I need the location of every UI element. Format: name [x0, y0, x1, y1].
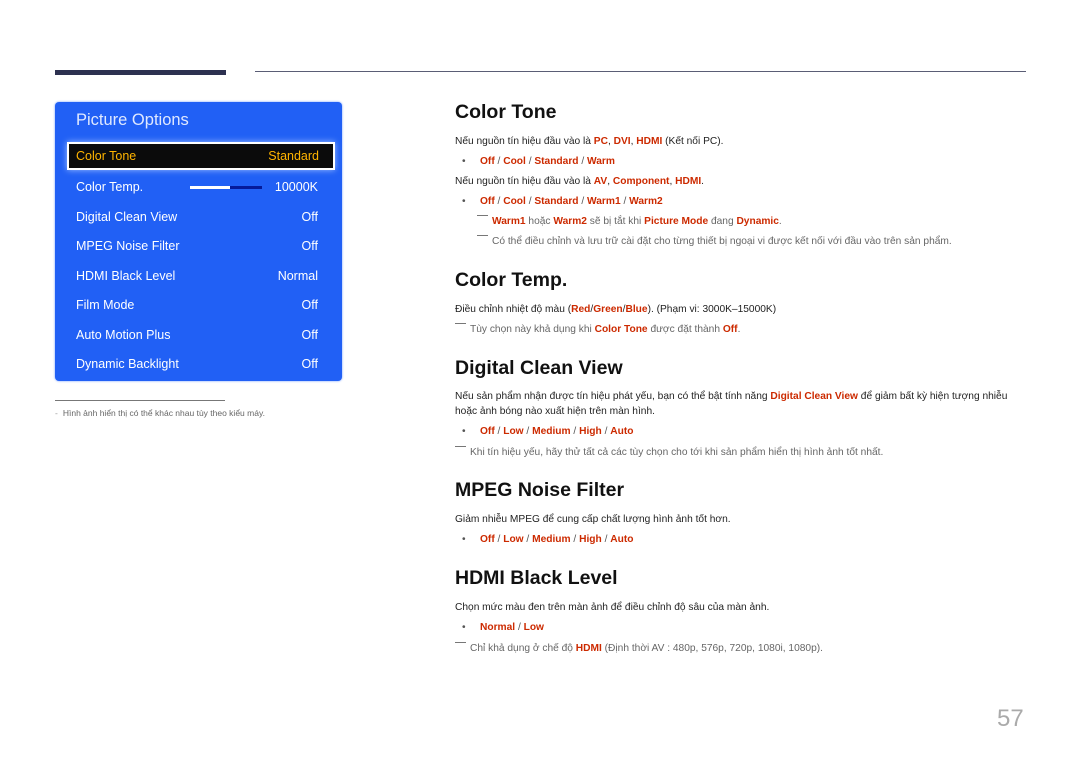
note: Warm1 hoặc Warm2 sẽ bị tắt khi Picture M… — [477, 215, 782, 227]
option-value: Auto — [610, 426, 634, 437]
option-value: Cool — [503, 196, 526, 207]
option-value: Off — [480, 196, 495, 207]
bullet-icon: • — [462, 622, 466, 633]
bullet-icon: • — [462, 534, 466, 545]
menu-item-label: Film Mode — [76, 298, 135, 312]
menu-item-label: Dynamic Backlight — [76, 357, 179, 371]
menu-item-digital-clean-view[interactable]: Digital Clean View Off — [76, 207, 318, 227]
paragraph: Nếu nguồn tín hiệu đầu vào là AV, Compon… — [455, 176, 704, 187]
option-value: Standard — [534, 156, 579, 167]
menu-item-dynamic-backlight[interactable]: Dynamic Backlight Off — [76, 354, 318, 374]
section-title-hdmi-black-level: HDMI Black Level — [455, 567, 618, 589]
section-title-mpeg-noise-filter: MPEG Noise Filter — [455, 479, 625, 501]
footnote-divider — [55, 400, 225, 401]
options-list: • Normal / Low — [462, 622, 544, 633]
option-value: Off — [480, 156, 495, 167]
option-value: Medium — [532, 534, 571, 545]
option-value: Warm — [587, 156, 615, 167]
section-title-color-temp: Color Temp. — [455, 269, 568, 291]
option-value: Low — [503, 534, 524, 545]
menu-item-label: Auto Motion Plus — [76, 328, 171, 342]
menu-item-label: Color Temp. — [76, 180, 144, 194]
options-list: • Off / Low / Medium / High / Auto — [462, 534, 634, 545]
option-value: Cool — [503, 156, 526, 167]
menu-item-value: Off — [301, 239, 318, 253]
picture-options-menu: Picture Options Color Tone Standard Colo… — [55, 102, 342, 381]
menu-item-film-mode[interactable]: Film Mode Off — [76, 295, 318, 315]
paragraph: Nếu sản phẩm nhận được tín hiệu phát yếu… — [455, 391, 1008, 417]
section-title-color-tone: Color Tone — [455, 101, 557, 123]
bullet-icon: • — [462, 156, 466, 167]
option-value: Off — [480, 534, 495, 545]
menu-item-auto-motion-plus[interactable]: Auto Motion Plus Off — [76, 325, 318, 345]
option-value: Low — [523, 622, 544, 633]
option-value: Medium — [532, 426, 571, 437]
option-value: Standard — [534, 196, 579, 207]
header-rule — [255, 71, 1026, 72]
header-bar-thick — [55, 70, 226, 75]
dash-icon: - — [55, 408, 58, 418]
menu-item-value: Standard — [268, 149, 319, 163]
menu-item-hdmi-black-level[interactable]: HDMI Black Level Normal — [76, 266, 318, 286]
bullet-icon: • — [462, 426, 466, 437]
menu-item-mpeg-noise-filter[interactable]: MPEG Noise Filter Off — [76, 236, 318, 256]
menu-item-label: HDMI Black Level — [76, 269, 176, 283]
option-value: Auto — [610, 534, 634, 545]
option-value: Warm2 — [629, 196, 663, 207]
note-dash-icon — [455, 642, 466, 643]
option-value: High — [579, 426, 602, 437]
option-value: High — [579, 534, 602, 545]
note-dash-icon — [477, 235, 488, 236]
paragraph: Giảm nhiễu MPEG để cung cấp chất lượng h… — [455, 514, 731, 525]
menu-item-color-tone[interactable]: Color Tone Standard — [67, 142, 335, 170]
note-dash-icon — [455, 323, 466, 324]
option-value: Warm1 — [587, 196, 621, 207]
menu-item-label: Digital Clean View — [76, 210, 178, 224]
options-list: • Off / Cool / Standard / Warm1 / Warm2 — [462, 196, 663, 207]
menu-item-color-temp[interactable]: Color Temp. 10000K — [76, 177, 318, 197]
note: Tùy chọn này khả dụng khi Color Tone đượ… — [455, 323, 740, 335]
note: Chỉ khả dụng ở chế độ HDMI (Định thời AV… — [455, 642, 823, 654]
menu-item-label: Color Tone — [76, 149, 137, 163]
note-dash-icon — [477, 215, 488, 216]
note: Có thể điều chỉnh và lưu trữ cài đặt cho… — [477, 235, 952, 247]
color-temp-slider[interactable] — [190, 186, 262, 189]
options-list: • Off / Cool / Standard / Warm — [462, 156, 615, 167]
menu-item-value: Off — [301, 357, 318, 371]
option-value: Normal — [480, 622, 516, 633]
options-list: • Off / Low / Medium / High / Auto — [462, 426, 634, 437]
option-value: Low — [503, 426, 524, 437]
option-value: Off — [480, 426, 495, 437]
menu-item-value: Off — [301, 328, 318, 342]
section-title-digital-clean-view: Digital Clean View — [455, 357, 623, 379]
menu-item-value: Off — [301, 210, 318, 224]
menu-item-value: 10000K — [274, 180, 318, 194]
paragraph: Chọn mức màu đen trên màn ảnh để điều ch… — [455, 602, 770, 613]
note-dash-icon — [455, 446, 466, 447]
page-number: 57 — [997, 705, 1024, 732]
paragraph: Nếu nguồn tín hiệu đầu vào là PC, DVI, H… — [455, 136, 724, 147]
note: Khi tín hiệu yếu, hãy thử tất cả các tùy… — [455, 446, 883, 458]
menu-item-label: MPEG Noise Filter — [76, 239, 180, 253]
menu-title: Picture Options — [76, 111, 189, 129]
bullet-icon: • — [462, 196, 466, 207]
menu-item-value: Off — [301, 298, 318, 312]
paragraph: Điều chỉnh nhiệt độ màu (Red/Green/Blue)… — [455, 304, 777, 315]
slider-fill — [190, 186, 230, 189]
menu-item-value: Normal — [277, 269, 318, 283]
image-footnote: - Hình ảnh hiển thị có thể khác nhau tùy … — [55, 408, 265, 418]
